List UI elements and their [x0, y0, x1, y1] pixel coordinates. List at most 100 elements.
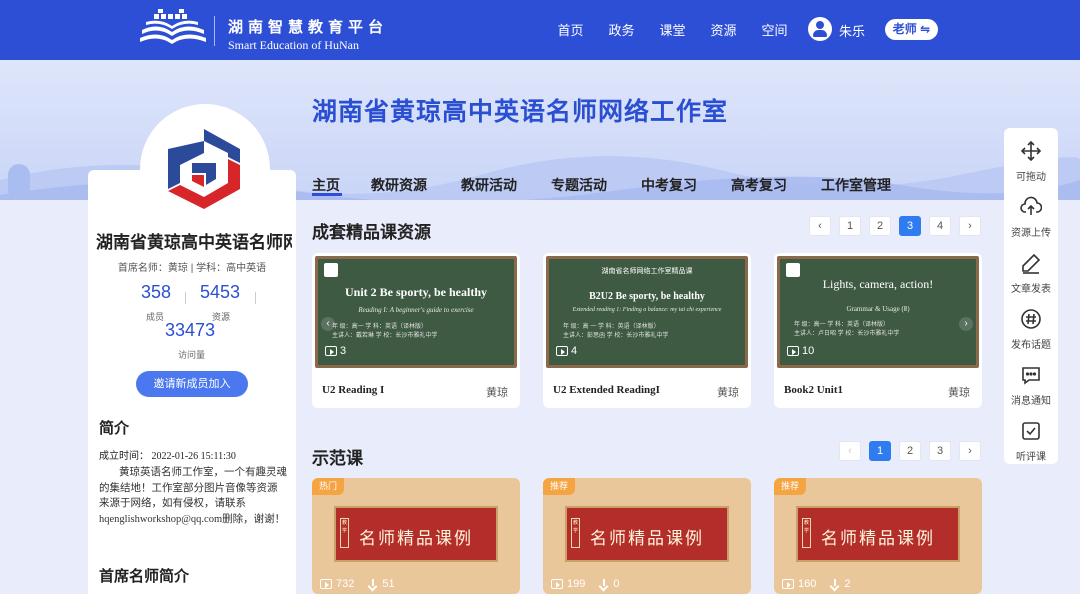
nav-resources[interactable]: 资源 — [698, 20, 749, 39]
video-icon — [787, 346, 799, 356]
board-info: 主讲人：戴若琳 学 校：长沙市雅礼中学 — [332, 333, 438, 339]
pencil-icon — [1022, 253, 1041, 274]
nav-government[interactable]: 政务 — [596, 20, 647, 39]
board-info: 年 级：高一 学 科：英语（译林版） — [332, 324, 428, 330]
stat-divider — [255, 292, 256, 304]
drag-handle[interactable]: 可拖动 — [1004, 140, 1058, 183]
tab-special-activities[interactable]: 专题活动 — [551, 175, 607, 195]
pager-prev-button[interactable]: ‹ — [839, 441, 861, 461]
resources-count[interactable]: 5453 — [200, 282, 240, 303]
cloud-upload-icon — [1020, 196, 1042, 215]
video-icon — [325, 346, 337, 356]
platform-name-en: Smart Education of HuNan — [228, 38, 359, 52]
demo-lesson-card[interactable]: 热门 教学 名师精品课例 732 51 — [312, 478, 520, 594]
publish-topic-button[interactable]: 发布话题 — [1004, 308, 1058, 351]
pager-page-4[interactable]: 4 — [929, 216, 951, 236]
tab-gaokao-review[interactable]: 高考复习 — [731, 175, 787, 195]
message-notification-button[interactable]: 消息通知 — [1004, 364, 1058, 407]
course-author: 黄琼 — [486, 387, 508, 399]
visits-label: 访问量 — [178, 350, 206, 360]
top-bar: 湖南智慧教育平台 Smart Education of HuNan 首页 政务 … — [0, 0, 1080, 60]
nav-home[interactable]: 首页 — [545, 20, 596, 39]
top-nav: 首页 政务 课堂 资源 空间 — [545, 20, 800, 39]
checkbox-icon — [1022, 422, 1040, 440]
video-icon — [782, 579, 794, 589]
board-subtitle: Grammar & Usage (Ⅱ) — [846, 305, 910, 313]
chief-teacher-heading: 首席名师简介 — [99, 568, 190, 585]
course-card[interactable]: Lights, camera, action! Grammar & Usage … — [774, 253, 982, 408]
platform-logo[interactable] — [138, 8, 210, 52]
board-title: B2U2 Be sporty, be healthy — [589, 291, 705, 302]
school-logo-icon — [786, 263, 800, 277]
members-count[interactable]: 358 — [141, 282, 171, 303]
upload-resource-button[interactable]: 资源上传 — [1004, 196, 1058, 239]
lesson-count: 4 — [556, 345, 577, 357]
view-count: 199 — [567, 578, 586, 590]
pager-next-button[interactable]: › — [959, 441, 981, 461]
course-thumbnail: 湖南省名师网络工作室精品课 B2U2 Be sporty, be healthy… — [546, 256, 748, 368]
pager-page-2[interactable]: 2 — [869, 216, 891, 236]
view-count: 160 — [798, 578, 817, 590]
move-icon — [1020, 140, 1042, 162]
publish-article-button[interactable]: 文章发表 — [1004, 252, 1058, 295]
thumbnail-text: 名师精品课例 — [359, 529, 473, 548]
tab-zhongkao-review[interactable]: 中考复习 — [641, 175, 697, 195]
lesson-stats: 160 2 — [782, 578, 850, 590]
message-icon — [1022, 367, 1040, 385]
studio-logo-icon — [166, 127, 242, 211]
board-heading: 湖南省名师网络工作室精品课 — [601, 268, 693, 275]
view-count: 732 — [336, 578, 355, 590]
members-label: 成员 — [146, 312, 165, 322]
pager-page-1[interactable]: 1 — [869, 441, 891, 461]
course-card[interactable]: Unit 2 Be sporty, be healthy Reading I: … — [312, 253, 520, 408]
demo-section-title: 示范课 — [312, 449, 363, 468]
board-info: 年 级：高一 学 科：英语（译林版） — [794, 322, 890, 328]
intro-heading: 简介 — [99, 420, 130, 437]
demo-lesson-card[interactable]: 推荐 教学 名师精品课例 199 0 — [543, 478, 751, 594]
pager-page-2[interactable]: 2 — [899, 441, 921, 461]
thumbnail-text: 名师精品课例 — [821, 529, 935, 548]
pager-page-3[interactable]: 3 — [899, 216, 921, 236]
video-icon — [556, 346, 568, 356]
pager-page-1[interactable]: 1 — [839, 216, 861, 236]
course-title[interactable]: U2 Extended ReadingI — [553, 384, 660, 396]
lesson-thumbnail: 教学 名师精品课例 — [565, 506, 729, 562]
lesson-count: 3 — [325, 345, 346, 357]
lesson-evaluation-button[interactable]: 听评课 — [1004, 420, 1058, 463]
school-logo-icon — [324, 263, 338, 277]
course-title[interactable]: U2 Reading I — [322, 384, 384, 396]
course-card[interactable]: 湖南省名师网络工作室精品课 B2U2 Be sporty, be healthy… — [543, 253, 751, 408]
invite-member-button[interactable]: 邀请新成员加入 — [136, 371, 248, 397]
board-subtitle: Extended reading 1: Finding a balance: m… — [572, 307, 722, 313]
role-switch-button[interactable]: 老师 ⇋ — [885, 19, 938, 40]
stat-divider — [185, 292, 186, 304]
intro-text: 黄琼英语名师工作室，一个有趣灵魂的集结地！工作室部分图片音像等资源来源于网络，如… — [99, 467, 287, 525]
studio-meta: 首席名师：黄琼 | 学科：高中英语 — [117, 263, 267, 274]
tab-home[interactable]: 主页 — [312, 175, 340, 195]
pager-prev-button[interactable]: ‹ — [809, 216, 831, 236]
chevron-left-icon[interactable]: ‹ — [321, 317, 335, 331]
download-count: 0 — [613, 578, 620, 590]
course-title[interactable]: Book2 Unit1 — [784, 384, 843, 396]
tab-research-resources[interactable]: 教研资源 — [371, 175, 427, 195]
nav-classroom[interactable]: 课堂 — [647, 20, 698, 39]
download-count: 51 — [382, 578, 395, 590]
thumbnail-text: 名师精品课例 — [590, 529, 704, 548]
demo-lesson-card[interactable]: 推荐 教学 名师精品课例 160 2 — [774, 478, 982, 594]
tab-research-activities[interactable]: 教研活动 — [461, 175, 517, 195]
tab-studio-management[interactable]: 工作室管理 — [821, 175, 891, 195]
user-name[interactable]: 朱乐 — [839, 21, 865, 40]
course-author: 黄琼 — [717, 387, 739, 399]
nav-space[interactable]: 空间 — [749, 20, 800, 39]
pager-next-button[interactable]: › — [959, 216, 981, 236]
course-thumbnail: Unit 2 Be sporty, be healthy Reading I: … — [315, 256, 517, 368]
pager-page-3[interactable]: 3 — [929, 441, 951, 461]
chevron-right-icon[interactable]: › — [959, 317, 973, 331]
board-subtitle: Reading I: A beginner's guide to exercis… — [358, 306, 474, 314]
lesson-stats: 732 51 — [320, 578, 395, 590]
platform-name-cn: 湖南智慧教育平台 — [228, 19, 389, 36]
floating-toolbar: 可拖动 资源上传 文章发表 发布话题 消息通知 听评课 — [1004, 128, 1058, 464]
lesson-thumbnail: 教学 名师精品课例 — [334, 506, 498, 562]
lesson-count: 10 — [787, 345, 814, 357]
user-avatar-icon[interactable] — [808, 17, 832, 41]
